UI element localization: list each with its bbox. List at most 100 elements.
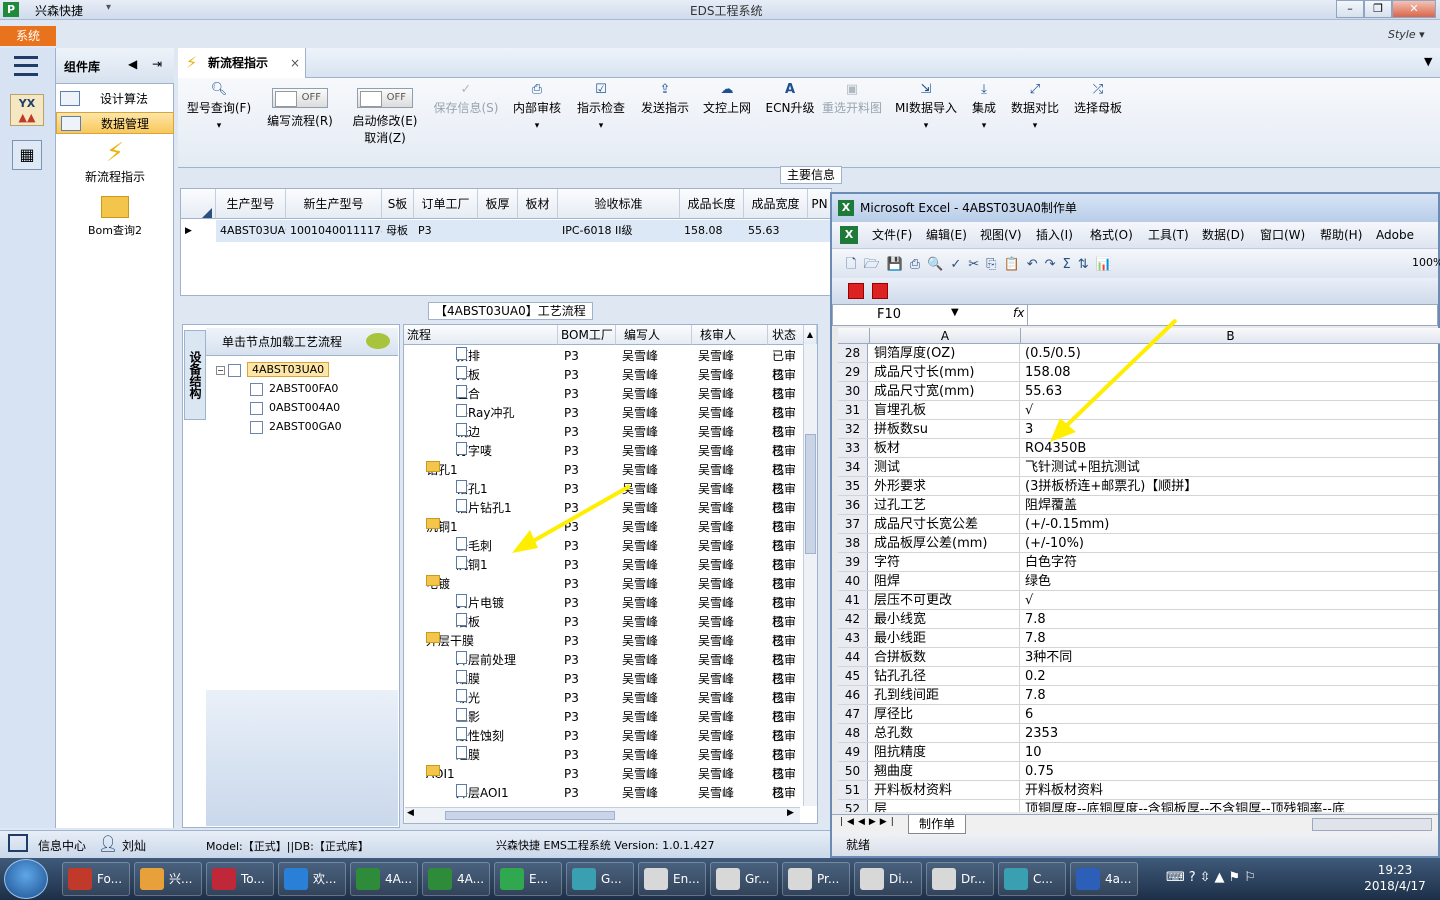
cell-b[interactable]: 55.63	[1021, 382, 1438, 400]
select-motherboard-button[interactable]: ⤮ 选择母板	[1070, 82, 1126, 116]
process-row[interactable]: −外层干膜P3吴雪峰吴雪峰已审核	[404, 632, 804, 667]
row-number[interactable]: 47	[838, 705, 868, 723]
process-row[interactable]: 贴膜 P3 吴雪峰 吴雪峰 已审核	[404, 670, 804, 705]
zoom-level[interactable]: 100%	[1412, 256, 1440, 269]
taskbar-item[interactable]: En...	[638, 862, 706, 896]
process-row[interactable]: 去毛刺 P3 吴雪峰 吴雪峰 已审核	[404, 537, 804, 572]
cell-a[interactable]: 厚径比	[870, 705, 1020, 723]
process-row[interactable]: 打字唛 P3 吴雪峰 吴雪峰 已审核	[404, 442, 804, 477]
process-row[interactable]: 沉铜1 P3 吴雪峰 吴雪峰 已审核	[404, 556, 804, 591]
internal-review-button[interactable]: ⎙ 内部审核 ▾	[508, 82, 566, 134]
process-row[interactable]: −钻孔1P3吴雪峰吴雪峰已审核	[404, 461, 804, 496]
grid-cell[interactable]	[478, 220, 518, 242]
cell-b[interactable]: 白色字符	[1021, 553, 1438, 571]
process-row[interactable]: −沉铜1P3吴雪峰吴雪峰已审核	[404, 518, 804, 553]
column-header[interactable]: 板厚	[478, 189, 518, 219]
nav-item-data-management[interactable]: 数据管理	[56, 112, 174, 134]
checkbox[interactable]	[250, 401, 263, 415]
cell-b[interactable]: 0.2	[1021, 667, 1438, 685]
taskbar-item[interactable]: 兴...	[134, 862, 202, 896]
grid-cell[interactable]: 4ABST03UA0	[216, 220, 286, 242]
cell-b[interactable]: √	[1021, 401, 1438, 419]
cell-b[interactable]: (+/-10%)	[1021, 534, 1438, 552]
pdf-email-icon[interactable]	[872, 283, 888, 299]
tree-node[interactable]: 2ABST00GA0	[216, 417, 396, 436]
cell-a[interactable]: 合拼板数	[870, 648, 1020, 666]
column-header[interactable]: S板	[382, 189, 414, 219]
menu-format[interactable]: 格式(O)	[1090, 222, 1133, 248]
row-number[interactable]: 48	[838, 724, 868, 742]
standard-toolbar-icons[interactable]: 🗋🗁💾⎙🔍✓✂⎘📋↶↷Σ⇅📊	[846, 255, 1386, 273]
process-row[interactable]: 排板 P3 吴雪峰 吴雪峰 已审核	[404, 366, 804, 401]
cell-b[interactable]: 绿色	[1021, 572, 1438, 590]
quick-access-dropdown-icon[interactable]: ▾	[106, 2, 111, 13]
cell-a[interactable]: 外形要求	[870, 477, 1020, 495]
cell-a[interactable]: 层压不可更改	[870, 591, 1020, 609]
row-number[interactable]: 40	[838, 572, 868, 590]
grid-cell[interactable]: 55.63	[744, 220, 808, 242]
scroll-right-icon[interactable]: ▶	[787, 808, 794, 818]
row-number[interactable]: 50	[838, 762, 868, 780]
cell-b[interactable]: 0.75	[1021, 762, 1438, 780]
column-header[interactable]: 核审人	[692, 325, 768, 345]
column-header[interactable]: 编写人	[616, 325, 692, 345]
yx-module-icon[interactable]: YX ▲▲	[10, 94, 44, 126]
send-instruction-button[interactable]: ⇪ 发送指示	[636, 82, 694, 116]
column-header[interactable]: 订单工厂	[414, 189, 478, 219]
column-header[interactable]: PN	[808, 189, 832, 219]
row-number[interactable]: 34	[838, 458, 868, 476]
taskbar-item[interactable]: Gr...	[710, 862, 778, 896]
nav-item-design-algorithm[interactable]: 设计算法	[56, 88, 174, 110]
column-header[interactable]: 流程	[404, 325, 558, 345]
mi-data-import-button[interactable]: ⇲ MI数据导入 ▾	[892, 82, 960, 134]
model-query-button[interactable]: 🔍︎ 型号查询(F) ▾	[184, 82, 254, 134]
cell-b[interactable]: 3种不同	[1021, 648, 1438, 666]
cell-b[interactable]: 7.8	[1021, 610, 1438, 628]
cell-a[interactable]: 最小线宽	[870, 610, 1020, 628]
process-row[interactable]: 负片电镀 P3 吴雪峰 吴雪峰 已审核	[404, 594, 804, 629]
row-number[interactable]: 52	[838, 800, 868, 812]
taskbar-item[interactable]: Dr...	[926, 862, 994, 896]
cell-a[interactable]: 铜箔厚度(OZ)	[870, 344, 1020, 362]
cell-b[interactable]: 6	[1021, 705, 1438, 723]
cell-a[interactable]: 测试	[870, 458, 1020, 476]
cell-b[interactable]: RO4350B	[1021, 439, 1438, 457]
taskbar-item[interactable]: 4A...	[350, 862, 418, 896]
row-number[interactable]: 33	[838, 439, 868, 457]
close-button[interactable]: ✕	[1392, 0, 1436, 18]
instruction-check-button[interactable]: ☑ 指示检查 ▾	[572, 82, 630, 134]
process-row[interactable]: −AOI1P3吴雪峰吴雪峰已审核	[404, 765, 804, 800]
column-header[interactable]: 状态	[768, 325, 804, 345]
tab-close-icon[interactable]: ×	[290, 48, 300, 78]
menu-view[interactable]: 视图(V)	[980, 222, 1022, 248]
row-number[interactable]: 39	[838, 553, 868, 571]
info-center-label[interactable]: 信息中心	[38, 837, 86, 854]
taskbar-item[interactable]: Pr...	[782, 862, 850, 896]
menu-insert[interactable]: 插入(I)	[1036, 222, 1073, 248]
horizontal-scrollbar[interactable]: ◀ ▶	[405, 807, 800, 823]
grid-cell[interactable]: P3	[414, 220, 478, 242]
name-box[interactable]: F10	[877, 307, 901, 322]
column-header[interactable]: 新生产型号	[286, 189, 382, 219]
cell-a[interactable]: 字符	[870, 553, 1020, 571]
grid-cell[interactable]: 158.08	[680, 220, 744, 242]
grid-cell[interactable]	[518, 220, 558, 242]
cell-b[interactable]: 10	[1021, 743, 1438, 761]
checkbox[interactable]	[250, 420, 263, 434]
process-row[interactable]: 铣边 P3 吴雪峰 吴雪峰 已审核	[404, 423, 804, 458]
taskbar-item[interactable]: G...	[566, 862, 634, 896]
row-number[interactable]: 38	[838, 534, 868, 552]
taskbar-item[interactable]: E...	[494, 862, 562, 896]
cell-a[interactable]: 层	[870, 800, 1020, 812]
row-number[interactable]: 35	[838, 477, 868, 495]
column-header[interactable]: 生产型号	[216, 189, 286, 219]
cell-a[interactable]: 最小线距	[870, 629, 1020, 647]
integrate-button[interactable]: ⤓ 集成 ▾	[966, 82, 1002, 134]
process-row[interactable]: 曝光 P3 吴雪峰 吴雪峰 已审核	[404, 689, 804, 724]
process-row[interactable]: 外层AOI1 P3 吴雪峰 吴雪峰 已审核	[404, 784, 804, 803]
cell-a[interactable]: 总孔数	[870, 724, 1020, 742]
taskbar-item[interactable]: 欢...	[278, 862, 346, 896]
taskbar-item[interactable]: 4a...	[1070, 862, 1138, 896]
taskbar-item[interactable]: 4A...	[422, 862, 490, 896]
process-row[interactable]: −电镀P3吴雪峰吴雪峰已审核	[404, 575, 804, 610]
